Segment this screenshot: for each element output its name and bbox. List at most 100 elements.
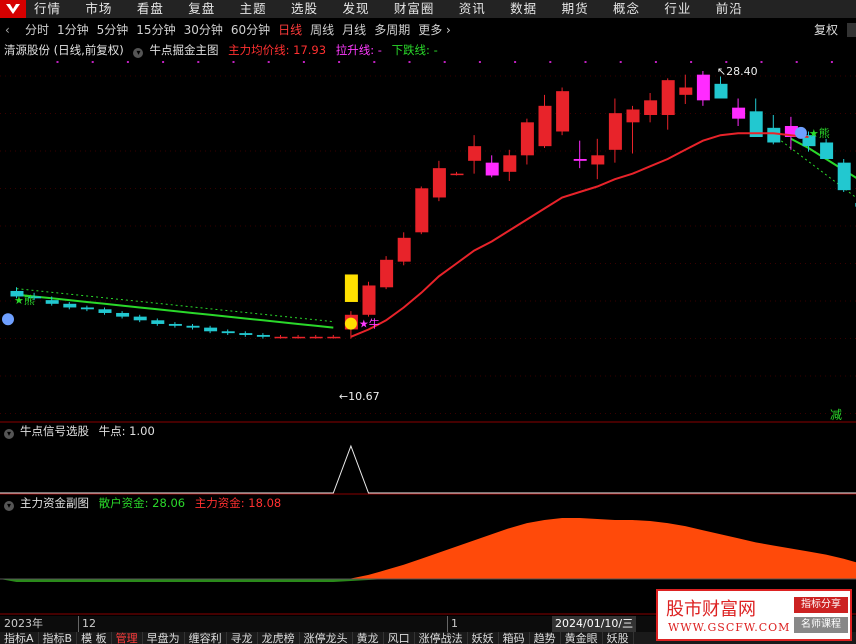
kline-chart[interactable]: ↖28.40 ←10.67 ★牛 ★熊 ★熊减 bbox=[0, 0, 856, 616]
band-dot bbox=[162, 61, 165, 63]
candle-body bbox=[520, 122, 534, 156]
candle-body bbox=[573, 158, 587, 161]
candle-body bbox=[239, 333, 253, 335]
main-panel-legend: 清源股份 (日线,前复权) ▾ 牛点掘金主图 主力均价线: 17.93 拉升线: … bbox=[0, 42, 444, 58]
candle-body bbox=[45, 300, 59, 304]
ma-value: 主力均价线: 17.93 bbox=[228, 43, 327, 57]
down-line-value: 下跌线: - bbox=[391, 43, 438, 57]
band-dot bbox=[514, 61, 517, 63]
indicator-tab[interactable]: 龙虎榜 bbox=[258, 632, 300, 644]
fund-panel-title[interactable]: 主力资金副图 bbox=[20, 496, 89, 510]
band-dot bbox=[619, 61, 622, 63]
candle-body bbox=[432, 168, 446, 198]
indicator-tab[interactable]: 指标A bbox=[0, 632, 39, 644]
candle-body bbox=[837, 162, 851, 191]
candle-body bbox=[327, 336, 341, 339]
band-dot bbox=[408, 61, 411, 63]
indicator-tab[interactable]: 风口 bbox=[384, 632, 415, 644]
band-dot bbox=[654, 61, 657, 63]
date-year: 2023年 bbox=[4, 617, 43, 630]
candle-body bbox=[221, 331, 235, 334]
band-dot bbox=[443, 61, 446, 63]
chevron-down-icon[interactable]: ▾ bbox=[133, 48, 144, 58]
chevron-down-icon[interactable]: ▾ bbox=[4, 429, 14, 439]
candle-body bbox=[661, 80, 675, 115]
candle-body bbox=[63, 303, 77, 308]
reduce-signal-label: 减 bbox=[830, 408, 842, 422]
candle-body bbox=[485, 162, 499, 176]
candle-body bbox=[450, 173, 464, 176]
main-fund-value: 主力资金: 18.08 bbox=[194, 496, 282, 510]
candle-body bbox=[274, 336, 288, 339]
candle-body bbox=[767, 127, 781, 143]
band-dot bbox=[338, 61, 341, 63]
fund-panel-legend: ▾ 主力资金副图 散户资金: 28.06 主力资金: 18.08 bbox=[0, 495, 287, 511]
band-dot bbox=[584, 61, 587, 63]
indicator-tab[interactable]: 趋势 bbox=[530, 632, 561, 644]
bear-signal-label: ★熊 bbox=[809, 126, 830, 140]
high-price-label: ↖28.40 bbox=[717, 65, 758, 78]
retail-fund-value: 散户资金: 28.06 bbox=[98, 496, 186, 510]
bull-signal-label: ★牛 bbox=[359, 317, 380, 331]
indicator-tab[interactable]: 管理 bbox=[112, 632, 143, 644]
candle-body bbox=[362, 285, 376, 315]
band-dot bbox=[830, 61, 833, 63]
indicator-tab[interactable]: 模 板 bbox=[77, 632, 112, 644]
band-dot bbox=[91, 61, 94, 63]
band-dot bbox=[373, 61, 376, 63]
candle-body bbox=[468, 146, 482, 161]
indicator-tab[interactable]: 黄金眼 bbox=[561, 632, 603, 644]
candle-body bbox=[168, 323, 182, 326]
indicator-tab[interactable]: 寻龙 bbox=[227, 632, 258, 644]
candle-body bbox=[732, 107, 746, 119]
bear-signal-label: ★熊 bbox=[14, 293, 35, 307]
candle-body bbox=[80, 307, 94, 310]
candle-body bbox=[116, 312, 130, 317]
watermark-title: 股市财富网 bbox=[666, 599, 756, 620]
band-dot bbox=[725, 61, 728, 63]
indicator-tab[interactable]: 妖妖 bbox=[468, 632, 499, 644]
candle-body bbox=[151, 320, 165, 324]
cursor-date: 2024/01/10/三 bbox=[552, 616, 637, 632]
watermark-tag: 名师课程 bbox=[794, 617, 848, 633]
candle-body bbox=[380, 259, 394, 288]
candle-body bbox=[309, 336, 323, 339]
candle-body bbox=[98, 309, 112, 313]
band-dot bbox=[690, 61, 693, 63]
indicator-tab[interactable]: 早盘为 bbox=[143, 632, 185, 644]
low-price-label: ←10.67 bbox=[339, 390, 380, 403]
indicator-tab[interactable]: 缠容利 bbox=[185, 632, 227, 644]
band-dot bbox=[549, 61, 552, 63]
candle-body bbox=[679, 87, 693, 95]
signal-candle bbox=[344, 274, 358, 302]
candle-body bbox=[397, 237, 411, 262]
band-dot bbox=[760, 61, 763, 63]
indicator-name[interactable]: 牛点掘金主图 bbox=[149, 43, 218, 57]
watermark-url: WWW.GSCFW.COM bbox=[668, 621, 791, 634]
candle-body bbox=[626, 109, 640, 123]
bear-face-icon bbox=[2, 313, 14, 326]
candle-body bbox=[556, 91, 570, 132]
candle-body bbox=[292, 336, 306, 339]
watermark-tag: 指标分享 bbox=[794, 597, 848, 613]
indicator-tab[interactable]: 涨停战法 bbox=[415, 632, 468, 644]
indicator-tab[interactable]: 妖股 bbox=[603, 632, 634, 644]
indicator-tab[interactable]: 指标B bbox=[39, 632, 78, 644]
chevron-down-icon[interactable]: ▾ bbox=[4, 501, 14, 511]
band-dot bbox=[267, 61, 270, 63]
signal-panel-title[interactable]: 牛点信号选股 bbox=[20, 424, 89, 438]
watermark-logo: 股市财富网 WWW.GSCFW.COM 指标分享 名师课程 bbox=[656, 589, 852, 641]
indicator-tab[interactable]: 涨停龙头 bbox=[300, 632, 353, 644]
candle-body bbox=[503, 155, 517, 172]
indicator-tab[interactable]: 箱码 bbox=[499, 632, 530, 644]
band-dot bbox=[197, 61, 200, 63]
bear-line bbox=[16, 137, 856, 329]
candle-body bbox=[820, 142, 834, 159]
candle-body bbox=[644, 100, 658, 115]
band-dot bbox=[126, 61, 129, 63]
candle-body bbox=[186, 325, 200, 328]
band-dot bbox=[56, 61, 59, 63]
candle-body bbox=[256, 334, 270, 337]
date-month-12: 12 bbox=[78, 616, 96, 632]
indicator-tab[interactable]: 黄龙 bbox=[353, 632, 384, 644]
